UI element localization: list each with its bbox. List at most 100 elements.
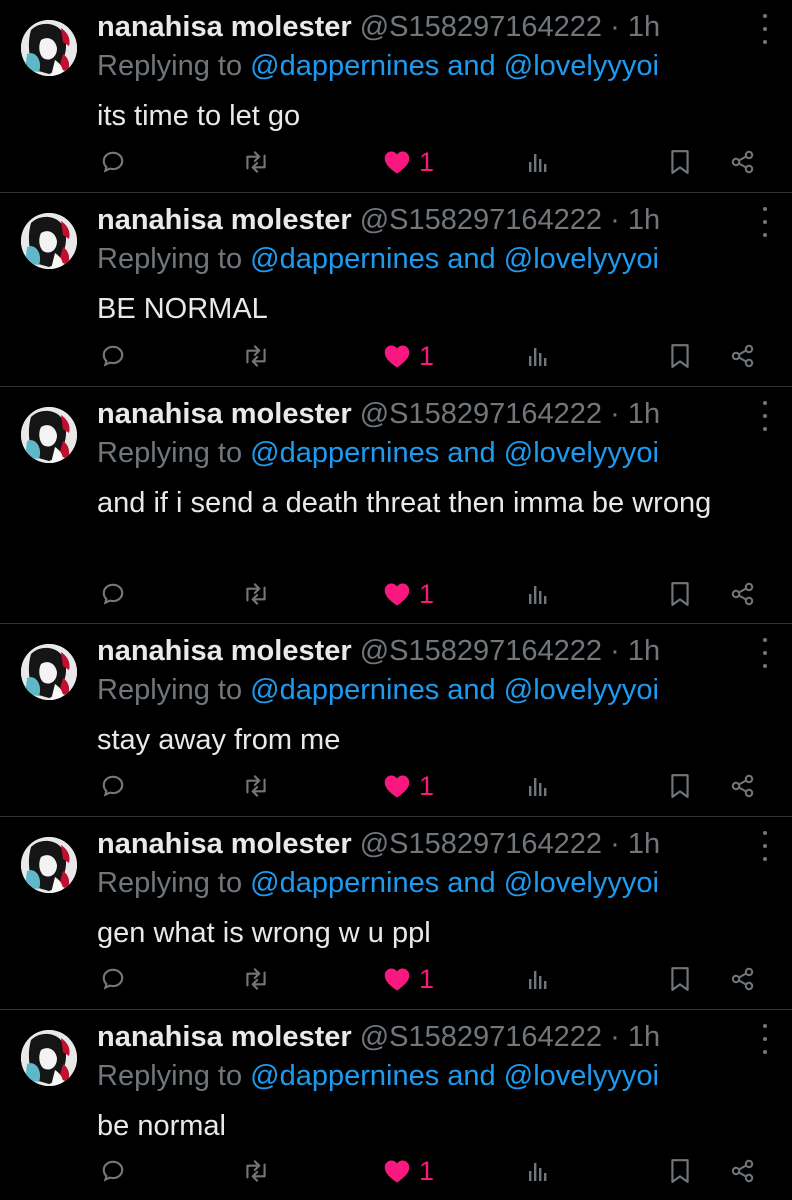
share-button[interactable] bbox=[731, 766, 755, 806]
like-button[interactable]: 1 bbox=[383, 766, 434, 806]
bookmark-button[interactable] bbox=[669, 336, 691, 376]
retweet-button[interactable] bbox=[241, 1151, 271, 1191]
bookmark-button[interactable] bbox=[669, 766, 691, 806]
user-handle[interactable]: @S158297164222 bbox=[360, 1021, 602, 1053]
heart-icon bbox=[384, 345, 410, 368]
views-button[interactable] bbox=[527, 959, 549, 999]
more-options-icon[interactable] bbox=[760, 401, 770, 431]
tweet[interactable]: nanahisa molester @S158297164222 · 1h Re… bbox=[0, 193, 792, 387]
share-button[interactable] bbox=[731, 959, 755, 999]
reply-user-link[interactable]: @lovelyyyoi bbox=[504, 243, 659, 275]
avatar[interactable] bbox=[21, 644, 77, 700]
timestamp[interactable]: 1h bbox=[628, 398, 660, 430]
reply-user-link[interactable]: @lovelyyyoi bbox=[504, 50, 659, 82]
reply-button[interactable] bbox=[100, 959, 126, 999]
tweet-actions: 1 bbox=[0, 574, 792, 614]
avatar[interactable] bbox=[21, 407, 77, 463]
user-handle[interactable]: @S158297164222 bbox=[360, 11, 602, 43]
more-options-icon[interactable] bbox=[760, 831, 770, 861]
more-options-icon[interactable] bbox=[760, 1024, 770, 1054]
dot-separator: · bbox=[610, 635, 620, 667]
reply-icon bbox=[102, 151, 124, 173]
tweet[interactable]: nanahisa molester @S158297164222 · 1h Re… bbox=[0, 624, 792, 817]
user-handle[interactable]: @S158297164222 bbox=[360, 828, 602, 860]
reply-user-link[interactable]: @lovelyyyoi bbox=[504, 1060, 659, 1092]
tweet[interactable]: nanahisa molester @S158297164222 · 1h Re… bbox=[0, 0, 792, 193]
like-button[interactable]: 1 bbox=[383, 336, 434, 376]
bookmark-button[interactable] bbox=[669, 959, 691, 999]
user-handle[interactable]: @S158297164222 bbox=[360, 204, 602, 236]
reply-user-link[interactable]: @dappernines bbox=[250, 243, 439, 275]
tweet[interactable]: nanahisa molester @S158297164222 · 1h Re… bbox=[0, 387, 792, 624]
reply-button[interactable] bbox=[100, 142, 126, 182]
reply-button[interactable] bbox=[100, 336, 126, 376]
user-handle[interactable]: @S158297164222 bbox=[360, 635, 602, 667]
reply-user-link[interactable]: @lovelyyyoi bbox=[504, 674, 659, 706]
reply-button[interactable] bbox=[100, 574, 126, 614]
retweet-button[interactable] bbox=[241, 336, 271, 376]
views-button[interactable] bbox=[527, 1151, 549, 1191]
reply-button[interactable] bbox=[100, 766, 126, 806]
reply-user-link[interactable]: @dappernines bbox=[250, 867, 439, 899]
more-options-icon[interactable] bbox=[760, 638, 770, 668]
bookmark-button[interactable] bbox=[669, 142, 691, 182]
like-button[interactable]: 1 bbox=[383, 142, 434, 182]
reply-user-link[interactable]: @dappernines bbox=[250, 50, 439, 82]
like-button[interactable]: 1 bbox=[383, 574, 434, 614]
share-icon bbox=[731, 344, 754, 368]
retweet-button[interactable] bbox=[241, 574, 271, 614]
user-handle[interactable]: @S158297164222 bbox=[360, 398, 602, 430]
share-button[interactable] bbox=[731, 142, 755, 182]
more-options-icon[interactable] bbox=[760, 207, 770, 237]
share-button[interactable] bbox=[731, 336, 755, 376]
tweet[interactable]: nanahisa molester @S158297164222 · 1h Re… bbox=[0, 817, 792, 1010]
display-name[interactable]: nanahisa molester bbox=[97, 635, 352, 667]
share-button[interactable] bbox=[731, 1151, 755, 1191]
retweet-icon bbox=[246, 151, 266, 173]
retweet-button[interactable] bbox=[241, 959, 271, 999]
display-name[interactable]: nanahisa molester bbox=[97, 828, 352, 860]
retweet-button[interactable] bbox=[241, 142, 271, 182]
tweet-text: stay away from me bbox=[97, 724, 341, 756]
reply-user-link[interactable]: @lovelyyyoi bbox=[504, 867, 659, 899]
share-button[interactable] bbox=[731, 574, 755, 614]
timestamp[interactable]: 1h bbox=[628, 828, 660, 860]
timestamp[interactable]: 1h bbox=[628, 204, 660, 236]
tweet-actions: 1 bbox=[0, 766, 792, 806]
bookmark-button[interactable] bbox=[669, 1151, 691, 1191]
display-name[interactable]: nanahisa molester bbox=[97, 1021, 352, 1053]
avatar[interactable] bbox=[21, 20, 77, 76]
retweet-button[interactable] bbox=[241, 766, 271, 806]
tweet-text: its time to let go bbox=[97, 100, 301, 132]
tweet-header: nanahisa molester @S158297164222 · 1h bbox=[97, 1019, 660, 1055]
reply-user-link[interactable]: @lovelyyyoi bbox=[504, 437, 659, 469]
views-icon bbox=[529, 971, 547, 989]
replying-to: Replying to @dappernines and @lovelyyyoi bbox=[97, 435, 659, 471]
views-button[interactable] bbox=[527, 142, 549, 182]
timestamp[interactable]: 1h bbox=[628, 635, 660, 667]
like-button[interactable]: 1 bbox=[383, 1151, 434, 1191]
avatar[interactable] bbox=[21, 837, 77, 893]
more-options-icon[interactable] bbox=[760, 14, 770, 44]
dot-separator: · bbox=[610, 204, 620, 236]
timestamp[interactable]: 1h bbox=[628, 1021, 660, 1053]
bookmark-button[interactable] bbox=[669, 574, 691, 614]
display-name[interactable]: nanahisa molester bbox=[97, 398, 352, 430]
display-name[interactable]: nanahisa molester bbox=[97, 11, 352, 43]
reply-button[interactable] bbox=[100, 1151, 126, 1191]
reply-user-link[interactable]: @dappernines bbox=[250, 437, 439, 469]
views-button[interactable] bbox=[527, 574, 549, 614]
tweet-text: and if i send a death threat then imma b… bbox=[97, 487, 712, 519]
timestamp[interactable]: 1h bbox=[628, 11, 660, 43]
avatar[interactable] bbox=[21, 1030, 77, 1086]
tweet-text: be normal bbox=[97, 1110, 226, 1142]
like-button[interactable]: 1 bbox=[383, 959, 434, 999]
views-button[interactable] bbox=[527, 766, 549, 806]
views-button[interactable] bbox=[527, 336, 549, 376]
like-count: 1 bbox=[419, 578, 435, 609]
tweet[interactable]: nanahisa molester @S158297164222 · 1h Re… bbox=[0, 1010, 792, 1200]
avatar[interactable] bbox=[21, 213, 77, 269]
display-name[interactable]: nanahisa molester bbox=[97, 204, 352, 236]
reply-user-link[interactable]: @dappernines bbox=[250, 1060, 439, 1092]
reply-user-link[interactable]: @dappernines bbox=[250, 674, 439, 706]
